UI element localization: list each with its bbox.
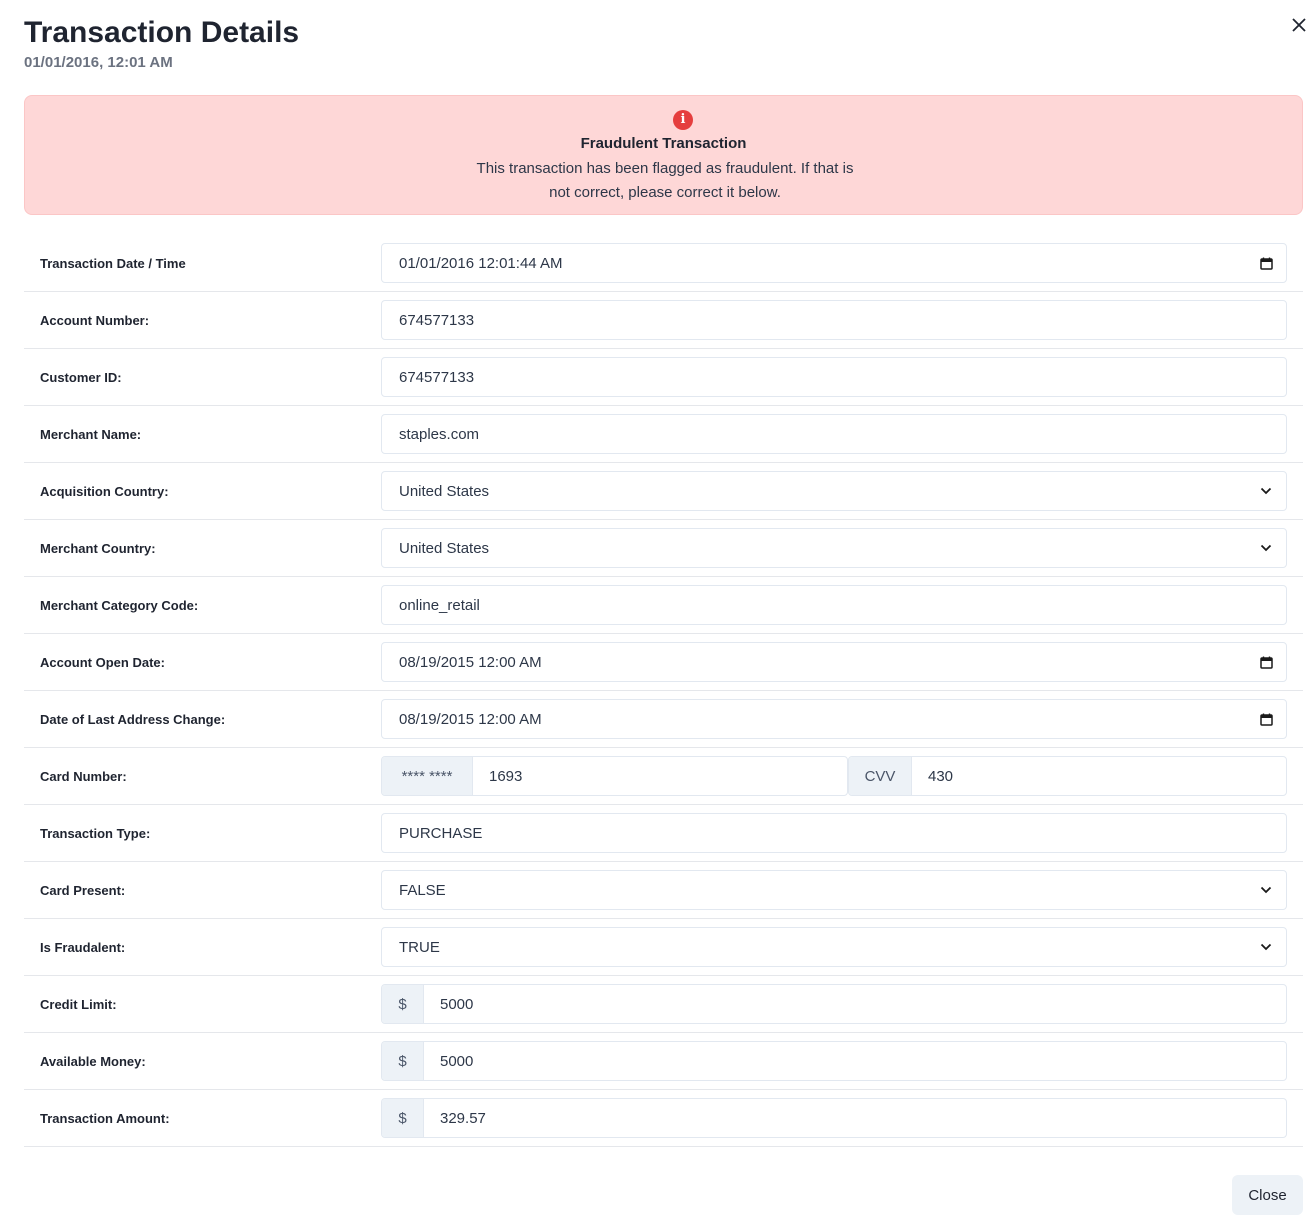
transaction-datetime-input[interactable]: 01/01/2016 12:01:44 AM [381,243,1287,283]
form-row-customer-id: Customer ID: 674577133 [24,349,1303,406]
field-value: staples.com [399,425,480,443]
transaction-amount-input[interactable]: 329.57 [424,1110,1286,1127]
form-row-transaction-datetime: Transaction Date / Time 01/01/2016 12:01… [24,235,1303,292]
available-money-input[interactable]: 5000 [424,1053,1286,1070]
modal-title: Transaction Details [24,16,300,49]
modal-subtitle: 01/01/2016, 12:01 AM [24,54,173,71]
field-label: Transaction Type: [40,826,151,841]
form-row-merchant-name: Merchant Name: staples.com [24,406,1303,463]
card-number-input-group[interactable]: **** **** 1693 [381,756,848,796]
field-label: Transaction Amount: [40,1111,170,1126]
merchant-category-code-input[interactable]: online_retail [381,585,1287,625]
form-row-transaction-type: Transaction Type: PURCHASE [24,805,1303,862]
transaction-details-modal: Transaction Details 01/01/2016, 12:01 AM… [0,0,1310,1230]
field-label: Transaction Date / Time [40,256,186,271]
field-label: Merchant Name: [40,427,142,442]
chevron-down-icon [1246,529,1286,567]
account-number-input[interactable]: 674577133 [381,300,1287,340]
last-address-change-input[interactable]: 08/19/2015 12:00 AM [381,699,1287,739]
form-row-card-number: Card Number: **** **** 1693 CVV 430 [24,748,1303,805]
alert-description: This transaction has been flagged as fra… [476,160,854,201]
is-fraudulent-select[interactable]: TRUE [381,927,1287,967]
form-row-available-money: Available Money: $ 5000 [24,1033,1303,1090]
field-label: Account Open Date: [40,655,165,670]
card-mask-addon: **** **** [382,757,473,795]
field-value: TRUE [399,938,440,956]
merchant-country-select[interactable]: United States [381,528,1287,568]
chevron-down-icon [1246,928,1286,966]
credit-limit-input-group[interactable]: $ 5000 [381,984,1287,1024]
close-icon[interactable] [1288,14,1310,36]
field-label: Account Number: [40,313,150,328]
chevron-down-icon [1246,871,1286,909]
field-label: Date of Last Address Change: [40,712,226,727]
field-label: Customer ID: [40,370,122,385]
field-label: Card Present: [40,883,126,898]
transaction-amount-input-group[interactable]: $ 329.57 [381,1098,1287,1138]
field-label: Available Money: [40,1054,146,1069]
card-number-input[interactable]: 1693 [473,768,847,785]
field-value: United States [399,482,490,500]
account-open-date-input[interactable]: 08/19/2015 12:00 AM [381,642,1287,682]
calendar-icon[interactable] [1246,643,1286,681]
credit-limit-input[interactable]: 5000 [424,996,1286,1013]
field-value: FALSE [399,881,446,899]
field-value: online_retail [399,596,480,614]
form-row-is-fraudulent: Is Fraudalent: TRUE [24,919,1303,976]
form-row-acquisition-country: Acquisition Country: United States [24,463,1303,520]
cvv-input-group[interactable]: CVV 430 [848,756,1287,796]
close-button[interactable]: Close [1232,1175,1303,1215]
fraud-alert: i Fraudulent Transaction This transactio… [24,95,1303,215]
available-money-input-group[interactable]: $ 5000 [381,1041,1287,1081]
field-value: 08/19/2015 12:00 AM [399,653,542,671]
form-row-credit-limit: Credit Limit: $ 5000 [24,976,1303,1033]
cvv-input[interactable]: 430 [912,768,1286,785]
field-value: 08/19/2015 12:00 AM [399,710,542,728]
merchant-name-input[interactable]: staples.com [381,414,1287,454]
field-value: PURCHASE [399,824,483,842]
customer-id-input[interactable]: 674577133 [381,357,1287,397]
field-value: 01/01/2016 12:01:44 AM [399,254,563,272]
field-label: Merchant Category Code: [40,598,199,613]
chevron-down-icon [1246,472,1286,510]
transaction-type-input[interactable]: PURCHASE [381,813,1287,853]
field-label: Credit Limit: [40,997,117,1012]
form-row-account-open-date: Account Open Date: 08/19/2015 12:00 AM [24,634,1303,691]
field-label: Merchant Country: [40,541,156,556]
field-value: 674577133 [399,368,475,386]
field-label: Card Number: [40,769,127,784]
alert-title: Fraudulent Transaction [580,135,747,152]
field-label: Is Fraudalent: [40,940,126,955]
card-present-select[interactable]: FALSE [381,870,1287,910]
form-row-account-number: Account Number: 674577133 [24,292,1303,349]
info-circle-icon: i [673,110,693,130]
currency-addon: $ [382,1099,424,1137]
form-row-card-present: Card Present: FALSE [24,862,1303,919]
currency-addon: $ [382,1042,424,1080]
transaction-form: Transaction Date / Time 01/01/2016 12:01… [24,235,1303,1147]
form-row-merchant-country: Merchant Country: United States [24,520,1303,577]
acquisition-country-select[interactable]: United States [381,471,1287,511]
form-row-transaction-amount: Transaction Amount: $ 329.57 [24,1090,1303,1147]
form-row-last-address-change: Date of Last Address Change: 08/19/2015 … [24,691,1303,748]
calendar-icon[interactable] [1246,700,1286,738]
cvv-addon: CVV [849,757,912,795]
form-row-merchant-category-code: Merchant Category Code: online_retail [24,577,1303,634]
field-label: Acquisition Country: [40,484,169,499]
field-value: United States [399,539,490,557]
calendar-icon[interactable] [1246,244,1286,282]
currency-addon: $ [382,985,424,1023]
field-value: 674577133 [399,311,475,329]
